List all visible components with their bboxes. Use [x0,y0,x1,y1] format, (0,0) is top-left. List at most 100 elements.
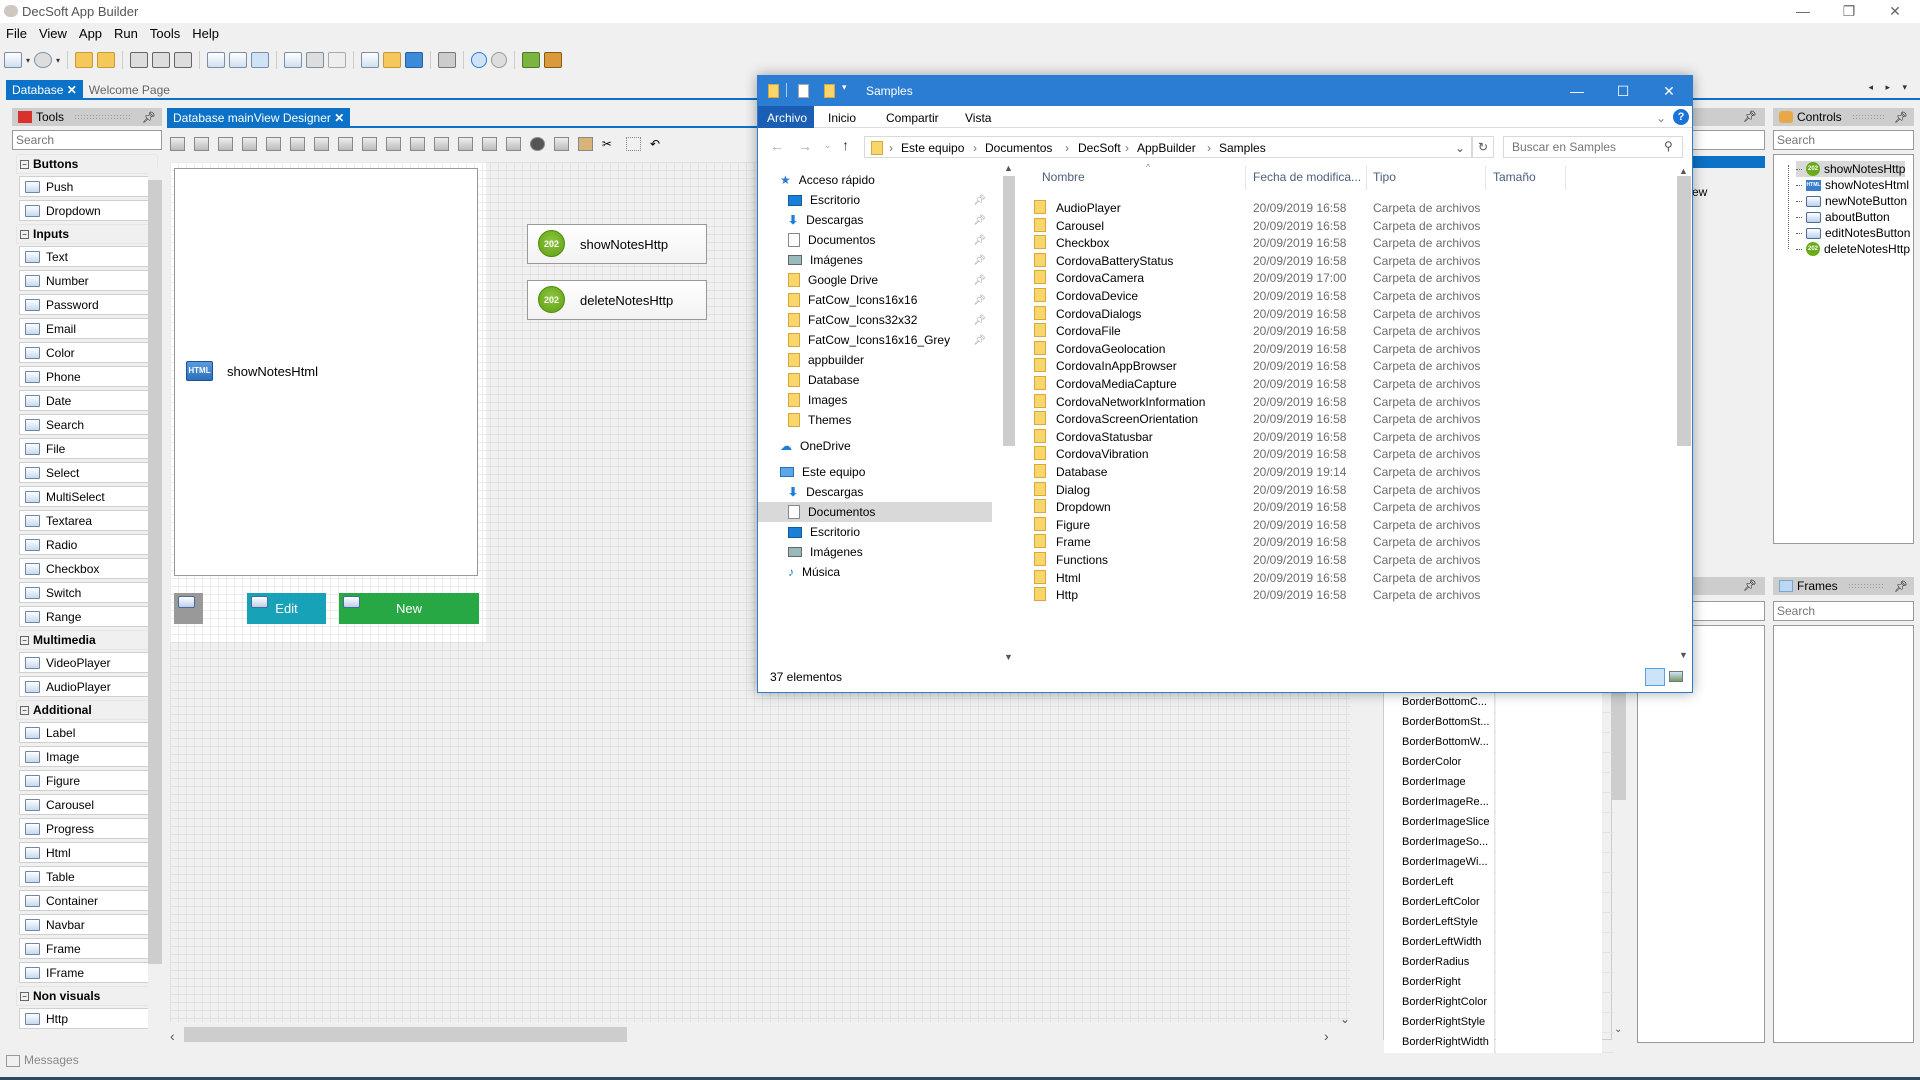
property-value[interactable] [1496,913,1602,933]
property-row[interactable]: BorderBottomC... [1384,693,1614,713]
horizontal-scrollbar-thumb[interactable] [184,1027,627,1042]
debug-icon[interactable] [544,52,563,68]
nav-item[interactable]: Imágenes 📌︎ [758,250,992,270]
new-button[interactable]: New [339,593,479,624]
property-value[interactable] [1496,953,1602,973]
file-scroll-up-icon[interactable]: ▲ [1679,166,1688,176]
lock-icon[interactable] [194,137,209,151]
forward-icon[interactable]: → [798,138,812,154]
tool-group-header[interactable]: − Inputs [16,224,158,244]
property-row[interactable]: BorderLeftWidth [1384,933,1614,953]
property-value[interactable] [1496,1033,1602,1053]
size-width-icon[interactable] [338,137,353,151]
tool-item-range[interactable]: Range [19,606,155,627]
tool-item-videoplayer[interactable]: VideoPlayer [19,652,155,673]
controls-tree-item[interactable]: 202 showNotesHttp [1796,161,1906,177]
new-app-icon[interactable] [4,52,22,68]
frames-search-input[interactable] [1773,601,1914,621]
customize-quick-access-icon[interactable]: ▾ [842,82,847,93]
nav-scroll-down-icon[interactable]: ▼ [1004,652,1013,662]
remove-dialog-icon[interactable] [306,52,325,68]
tool-item-dropdown[interactable]: Dropdown [19,200,155,221]
address-bar[interactable]: › Este equipo › Documentos › DecSoft › A… [864,136,1472,158]
tool-item-radio[interactable]: Radio [19,534,155,555]
property-value[interactable] [1496,793,1602,813]
nav-item[interactable]: Imágenes [758,542,992,562]
menu-app[interactable]: App [73,24,108,41]
column-nombre[interactable]: Nombre [1042,170,1085,184]
property-row[interactable]: BorderImageRe... [1384,793,1614,813]
properties-icon[interactable] [798,84,809,98]
file-scrollbar-thumb[interactable] [1677,176,1691,446]
build-icon[interactable] [522,52,541,68]
tool-item-image[interactable]: Image [19,746,155,767]
back-icon[interactable]: ← [770,138,784,154]
ribbon-tab-compartir[interactable]: Compartir [886,111,939,125]
property-value[interactable] [1496,733,1602,753]
tool-item-http[interactable]: Http [19,1008,155,1029]
tool-item-container[interactable]: Container [19,890,155,911]
nav-scrollbar-thumb[interactable] [1003,176,1015,446]
copy-icon[interactable] [554,137,569,151]
nav-item[interactable]: ⬇ Descargas [758,482,992,502]
nav-item[interactable]: Documentos [758,502,992,522]
remove-frame-icon[interactable] [328,52,347,68]
explorer-title-bar[interactable]: ▾ Samples — ☐ ✕ [758,76,1692,106]
property-row[interactable]: BorderRightStyle [1384,1013,1614,1033]
tool-item-text[interactable]: Text [19,246,155,267]
about-button[interactable] [174,593,203,624]
tool-item-color[interactable]: Color [19,342,155,363]
tool-item-checkbox[interactable]: Checkbox [19,558,155,579]
tab-nav-arrows[interactable]: ◂ ▸ ▾ [1868,82,1912,93]
property-value[interactable] [1496,873,1602,893]
open-recent-icon[interactable] [34,52,53,68]
breadcrumb-decsoft[interactable]: DecSoft [1078,141,1121,155]
canvas-scroll-down-icon[interactable]: ⌄ [1340,1012,1350,1026]
large-icons-view-icon[interactable] [1669,671,1683,682]
file-row[interactable]: Http 20/09/2019 16:58 Carpeta de archivos [1020,584,1670,605]
tool-item-html[interactable]: Html [19,842,155,863]
property-row[interactable]: BorderLeft [1384,873,1614,893]
tool-item-frame[interactable]: Frame [19,938,155,959]
html-component[interactable] [174,168,478,576]
size-height-icon[interactable] [314,137,329,151]
pin-icon[interactable]: 📌︎ [1894,580,1908,593]
book-icon[interactable] [405,52,424,68]
stop-icon[interactable] [491,52,508,68]
property-scroll-down-icon[interactable]: ⌄ [1614,1024,1622,1035]
save-as-icon[interactable] [152,52,171,68]
restore-button[interactable]: ❐ [1826,0,1872,23]
messages-tab[interactable]: Messages [0,1053,79,1073]
menu-run[interactable]: Run [108,24,144,41]
property-row[interactable]: BorderLeftColor [1384,893,1614,913]
align-middle-icon[interactable] [458,137,473,151]
menu-tools[interactable]: Tools [144,24,186,41]
collapse-icon[interactable]: − [20,159,29,169]
pin-icon[interactable]: 📌︎ [973,275,986,286]
property-value[interactable] [1496,893,1602,913]
pin-icon[interactable]: 📌︎ [973,195,986,206]
property-row[interactable]: BorderColor [1384,753,1614,773]
cut-icon[interactable]: ✂ [602,137,617,151]
nav-this-pc[interactable]: Este equipo [758,462,992,482]
property-row[interactable]: BorderImageSlice [1384,813,1614,833]
save-all-icon[interactable] [174,52,193,68]
property-row[interactable]: BorderRight [1384,973,1614,993]
menu-help[interactable]: Help [186,24,225,41]
nav-onedrive[interactable]: ☁ OneDrive [758,436,992,456]
pin-icon[interactable]: 📌︎ [973,235,986,246]
tool-item-label[interactable]: Label [19,722,155,743]
scroll-left-icon[interactable]: ‹ [170,1028,175,1044]
nav-item[interactable]: ♪ Música [758,562,992,582]
tool-item-select[interactable]: Select [19,462,155,483]
tool-item-iframe[interactable]: IFrame [19,962,155,983]
tool-item-progress[interactable]: Progress [19,818,155,839]
tool-group-header[interactable]: − Additional [16,700,158,720]
breadcrumb-samples[interactable]: Samples [1219,141,1266,155]
explorer-search-input[interactable] [1503,136,1683,158]
controls-tree-item[interactable]: 202 deleteNotesHttp [1796,241,1910,257]
breadcrumb-documentos[interactable]: Documentos [985,141,1052,155]
tools-search-input[interactable] [12,130,162,150]
tools-icon[interactable] [438,52,457,68]
controls-tree-item[interactable]: aboutButton [1796,209,1890,225]
